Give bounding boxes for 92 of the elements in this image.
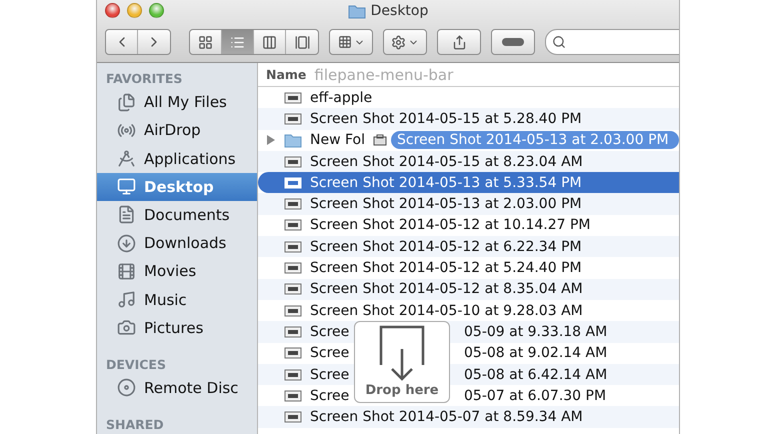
film-icon [117, 262, 136, 281]
dragged-file-icon [373, 134, 387, 146]
file-name: eff-apple [310, 90, 372, 106]
dragged-file-label: Screen Shot 2014-05-13 at 2.03.00 PM [391, 131, 679, 150]
sidebar-item[interactable]: Desktop [97, 172, 257, 201]
zoom-button[interactable] [149, 3, 164, 18]
list-view-icon [230, 34, 245, 50]
file-name: Screen Shot 2014-05-12 at 5.24.40 PM [310, 260, 582, 276]
file-name: 05-08 at 6.42.14 AM [464, 366, 608, 382]
file-name: Screen Shot 2014-05-15 at 8.23.04 AM [310, 154, 583, 170]
disc-icon [117, 378, 136, 398]
sidebar-section-title: FAVORITES [105, 70, 184, 88]
image-thumbnail-icon [284, 411, 302, 424]
image-thumbnail-icon [284, 92, 302, 104]
file-name: Screen Shot 2014-05-12 at 10.14.27 PM [310, 217, 590, 234]
sidebar-item[interactable]: Music [97, 285, 257, 314]
image-thumbnail-icon [284, 304, 302, 317]
image-thumbnail-icon [284, 156, 302, 168]
drop-label: Drop here [365, 383, 439, 398]
gallery-view-icon [294, 34, 310, 50]
search-field[interactable] [545, 29, 679, 55]
pill-icon [501, 37, 525, 47]
file-name: Screen Shot 2014-05-13 at 2.03.00 PM [310, 196, 582, 212]
grid-icon [338, 35, 352, 49]
sidebar-item[interactable]: Movies [97, 257, 257, 286]
file-name: Scree [310, 366, 350, 382]
download-icon [117, 234, 136, 253]
image-thumbnail-icon [284, 219, 302, 232]
sidebar-item[interactable]: All My Files [97, 88, 257, 116]
tags-button[interactable] [491, 29, 535, 55]
image-thumbnail-icon [284, 240, 302, 253]
disclosure-triangle-icon[interactable] [266, 135, 274, 146]
name-column-header[interactable]: Name [266, 67, 306, 82]
image-thumbnail-icon [284, 390, 302, 402]
monitor-icon [117, 177, 136, 196]
column-view-icon [262, 34, 277, 50]
file-row[interactable]: Screen Shot 2014-05-12 at 8.35.04 AM [258, 278, 679, 300]
file-name: Screen Shot 2014-05-07 at 8.59.34 AM [310, 409, 583, 426]
file-row[interactable]: New Fol Screen Shot 2014-05-13 at 2.03.00 PM [258, 130, 679, 151]
image-thumbnail-icon [284, 283, 302, 296]
file-row[interactable]: Screen Shot 2014-05-15 at 8.23.04 AM [258, 150, 679, 172]
image-thumbnail-icon [284, 368, 302, 380]
image-thumbnail-icon [284, 176, 302, 189]
file-name: Screen Shot 2014-05-12 at 8.35.04 AM [310, 281, 583, 298]
folder-icon [284, 132, 302, 148]
file-name: Screen Shot 2014-05-15 at 5.28.40 PM [310, 110, 582, 127]
sidebar-section-title: DEVICES [105, 356, 167, 374]
file-name: Screen Shot 2014-05-13 at 5.33.54 PM [310, 174, 582, 191]
drop-arrow-icon [377, 325, 427, 383]
sidebar-item[interactable]: AirDrop [97, 116, 257, 144]
file-name: New Fol [310, 132, 365, 148]
window-title: Desktop [370, 3, 428, 19]
share-icon [452, 34, 466, 50]
sidebar-item[interactable]: Remote Disc [97, 374, 257, 402]
file-name: Screen Shot 2014-05-10 at 9.28.03 AM [310, 302, 583, 319]
file-name: Scree [310, 345, 350, 362]
sidebar-item[interactable]: Applications [97, 144, 257, 173]
file-row[interactable]: Screen Shot 2014-05-13 at 5.33.54 PM [258, 172, 679, 194]
music-icon [117, 290, 136, 310]
image-thumbnail-icon [284, 347, 302, 360]
sidebar-item[interactable]: Documents [97, 200, 257, 230]
file-name: Scree [310, 388, 350, 404]
sidebar-item[interactable]: Pictures [97, 314, 257, 342]
folder-icon [348, 4, 366, 18]
settings-icon [391, 34, 406, 50]
file-row[interactable]: Screen Shot 2014-05-13 at 2.03.00 PM [258, 193, 679, 215]
sidebar-item[interactable]: Downloads [97, 229, 257, 258]
action-button[interactable] [383, 29, 427, 55]
file-name: Scree [310, 324, 350, 340]
files-icon [117, 92, 136, 112]
ghost-label: filepane-menu-bar [314, 66, 454, 84]
compass-icon [117, 149, 136, 168]
file-row[interactable]: Screen Shot 2014-05-12 at 6.22.34 PM [258, 236, 679, 258]
file-name: 05-07 at 6.07.30 PM [464, 388, 606, 404]
file-name: 05-08 at 9.02.14 AM [464, 345, 608, 362]
sidebar-section-title: SHARED [105, 416, 165, 434]
share-button[interactable] [437, 29, 481, 55]
list-view-button[interactable] [222, 30, 254, 54]
file-row[interactable]: Screen Shot 2014-05-15 at 5.28.40 PM [258, 108, 679, 130]
arrange-button[interactable] [329, 29, 373, 55]
image-thumbnail-icon [284, 262, 302, 274]
file-name: 05-09 at 9.33.18 AM [464, 324, 608, 340]
image-thumbnail-icon [284, 198, 302, 210]
image-thumbnail-icon [284, 112, 302, 125]
file-row[interactable]: Screen Shot 2014-05-07 at 8.59.34 AM [258, 406, 679, 428]
search-icon [552, 35, 566, 49]
image-thumbnail-icon [284, 326, 302, 338]
camera-icon [117, 318, 136, 338]
file-name: Screen Shot 2014-05-12 at 6.22.34 PM [310, 238, 582, 255]
close-button[interactable] [105, 3, 120, 18]
document-icon [117, 205, 136, 224]
grid-view-icon [198, 34, 213, 50]
